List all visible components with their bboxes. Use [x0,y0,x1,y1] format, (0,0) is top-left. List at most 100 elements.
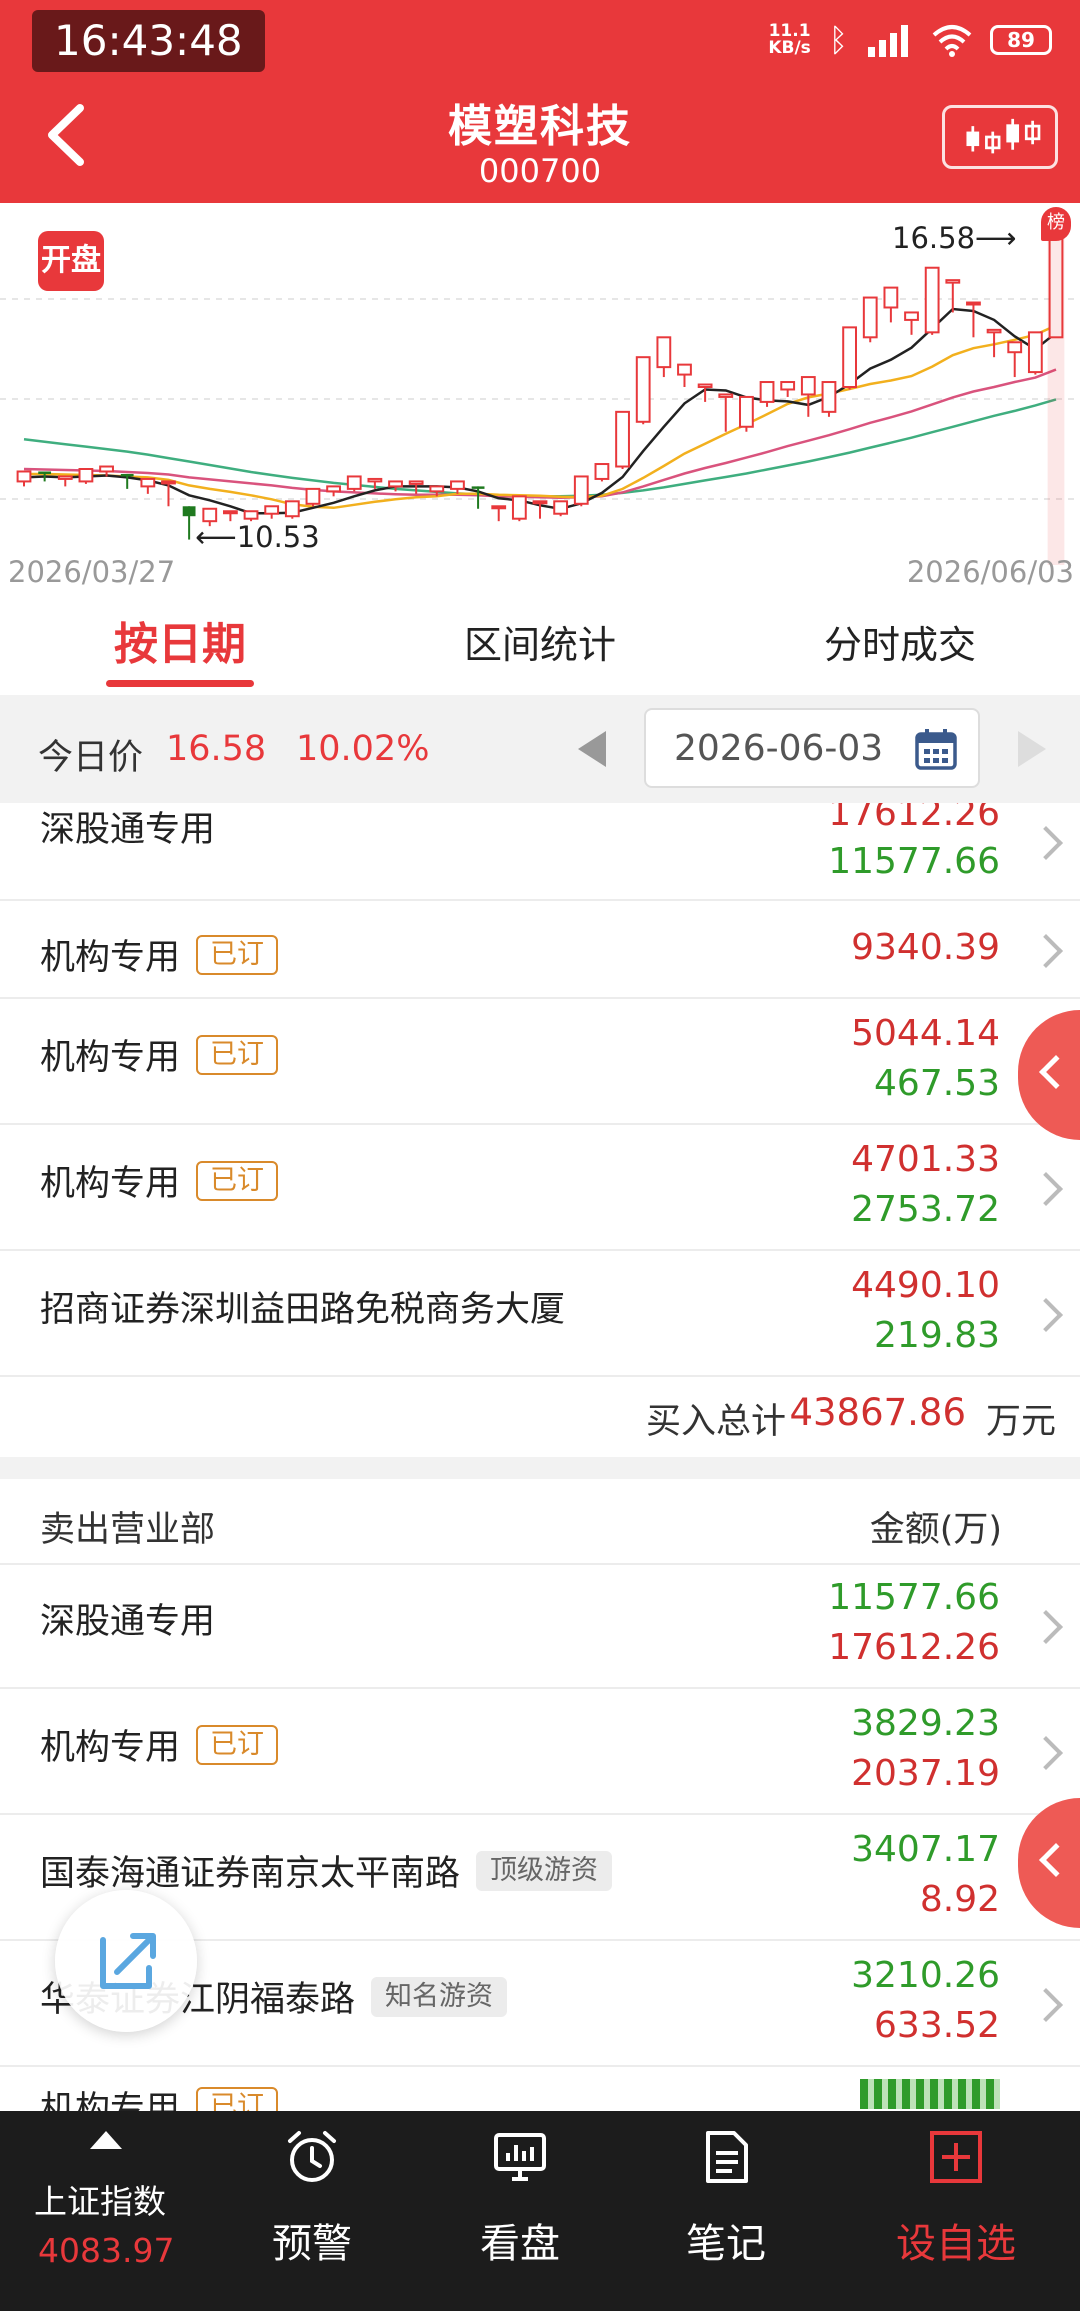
market-index-button[interactable]: 上证指数 4083.97 [0,2111,210,2311]
candle-up [223,510,238,515]
subscribed-tag: 已订 [196,2086,279,2111]
chevron-right-icon [1029,1298,1063,1332]
candle-up [573,475,589,505]
change-percent: 10.02% [296,729,430,769]
nav-notes[interactable]: 笔记 [626,2111,826,2311]
seat-name: 招商证券深圳益田路免税商务大厦 [40,1290,566,1330]
alarm-clock-icon [288,2131,336,2182]
ma20-line [23,368,1057,500]
candle-up [780,381,796,391]
add-watchlist-icon [930,2131,982,2183]
tab-range-stats[interactable]: 区间统计 [360,595,720,695]
buy-row[interactable]: 机构专用 已订 5044.14 467.53 [0,999,1080,1125]
date-picker-value: 2026-06-03 [674,728,884,769]
candle-down [120,473,134,477]
rank-badge[interactable]: 榜 [1041,207,1071,241]
sell-amount: 2753.72 [851,1189,1000,1230]
today-price-label: 今日价 [38,738,144,778]
candle-up [759,381,775,403]
candle-down [182,506,196,517]
candle-down [471,486,485,489]
candle-up [1027,331,1043,374]
candle-up [511,495,527,520]
candle-up [924,266,940,334]
candle-up [594,463,610,480]
chevron-right-icon [1029,1172,1063,1206]
chevron-right-icon [1029,934,1063,968]
open-badge[interactable]: 开盘 [38,231,104,291]
sell-row[interactable]: 机构专用 已订 3829.23 2037.19 [0,1689,1080,1815]
triangle-up-icon [90,2131,122,2149]
share-icon [100,1933,156,1989]
candlestick-icon[interactable] [942,105,1058,169]
status-bar: 16:43:48 11.1 KB/s ᛒ 89 [0,0,1080,78]
candle-up [1007,341,1023,354]
subscribed-tag: 已订 [196,1724,279,1765]
candle-up [346,475,362,490]
monitor-chart-icon [494,2133,546,2181]
candle-up [677,363,692,376]
sell-amount-loading [860,2079,1000,2109]
status-time: 16:43:48 [32,10,265,72]
candle-up [305,487,321,505]
seat-name: 深股通专用 [40,810,216,850]
buy-row[interactable]: 机构专用 已订 4701.33 2753.72 [0,1125,1080,1251]
low-price-annotation: ⟵10.53 [195,520,320,554]
sell-amount: 11577.66 [828,841,1000,882]
kline-chart-svg [0,232,1080,566]
candle-up [821,381,837,413]
today-price: 16.58 [166,729,267,769]
nav-watch[interactable]: 看盘 [420,2111,620,2311]
share-button[interactable] [55,1890,197,2032]
candle-up [57,475,73,480]
buy-row[interactable]: 深股通专用 17612.26 11577.66 [0,803,1080,901]
buy-amount: 2037.19 [851,1753,1000,1794]
candle-up [491,505,507,510]
buy-amount: 9340.39 [851,927,1000,968]
section-divider [0,1457,1080,1479]
seat-name: 机构专用 已订 [40,1029,279,1080]
stock-code: 000700 [478,152,602,190]
tab-by-date[interactable]: 按日期 [0,595,360,695]
candle-up [800,376,816,396]
candle-up [656,336,672,369]
candle-up [966,301,981,306]
buy-row[interactable]: 机构专用 已订 9340.39 [0,901,1080,999]
chevron-left-icon [1039,1843,1073,1877]
candle-up [883,286,899,309]
sell-row[interactable]: 深股通专用 11577.66 17612.26 [0,1565,1080,1689]
tab-intraday-trades[interactable]: 分时成交 [720,595,1080,695]
candle-up [367,477,383,483]
sell-row[interactable]: 机构专用 已订 [0,2067,1080,2111]
signal-icon [868,25,908,57]
candle-up [553,500,569,515]
chevron-right-icon [1029,1610,1063,1644]
candle-up [635,356,651,423]
price-bar: 今日价 16.58 10.02% 2026-06-03 [0,695,1080,803]
sell-amount: 467.53 [874,1063,1000,1104]
candle-up [739,395,754,428]
tab-bar: 按日期 区间统计 分时成交 [0,595,1080,695]
next-date-icon[interactable] [1018,731,1046,767]
buy-total-row: 买入总计 43867.86 万元 [0,1377,1080,1457]
sell-amount: 11577.66 [828,1577,1000,1618]
nav-add-watchlist[interactable]: 设自选 [856,2111,1056,2311]
nav-alert[interactable]: 预警 [212,2111,412,2311]
date-picker[interactable]: 2026-06-03 [644,708,980,788]
candle-up [161,480,176,485]
arrow-right-icon: ⟶ [975,220,1017,255]
battery-indicator: 89 [990,25,1052,55]
prev-date-icon[interactable] [578,731,606,767]
candle-up [99,465,114,473]
high-price-annotation: 16.58⟶ [892,221,1017,255]
market-index-value: 4083.97 [38,2231,175,2270]
candle-up [697,383,713,389]
seat-name: 深股通专用 [40,1602,216,1642]
candle-up [264,505,280,515]
stock-name: 模塑科技 [448,101,632,152]
chevron-left-icon [1039,1055,1073,1089]
kline-chart[interactable]: 开盘 16.58⟶ ⟵10.53 榜 2026/03/27 2026/06/03 [0,203,1080,595]
sell-section-header: 卖出营业部 金额(万) [0,1479,1080,1565]
buy-row[interactable]: 招商证券深圳益田路免税商务大厦 4490.10 219.83 [0,1251,1080,1377]
seat-name: 国泰海通证券南京太平南路 顶级游资 [40,1845,613,1896]
